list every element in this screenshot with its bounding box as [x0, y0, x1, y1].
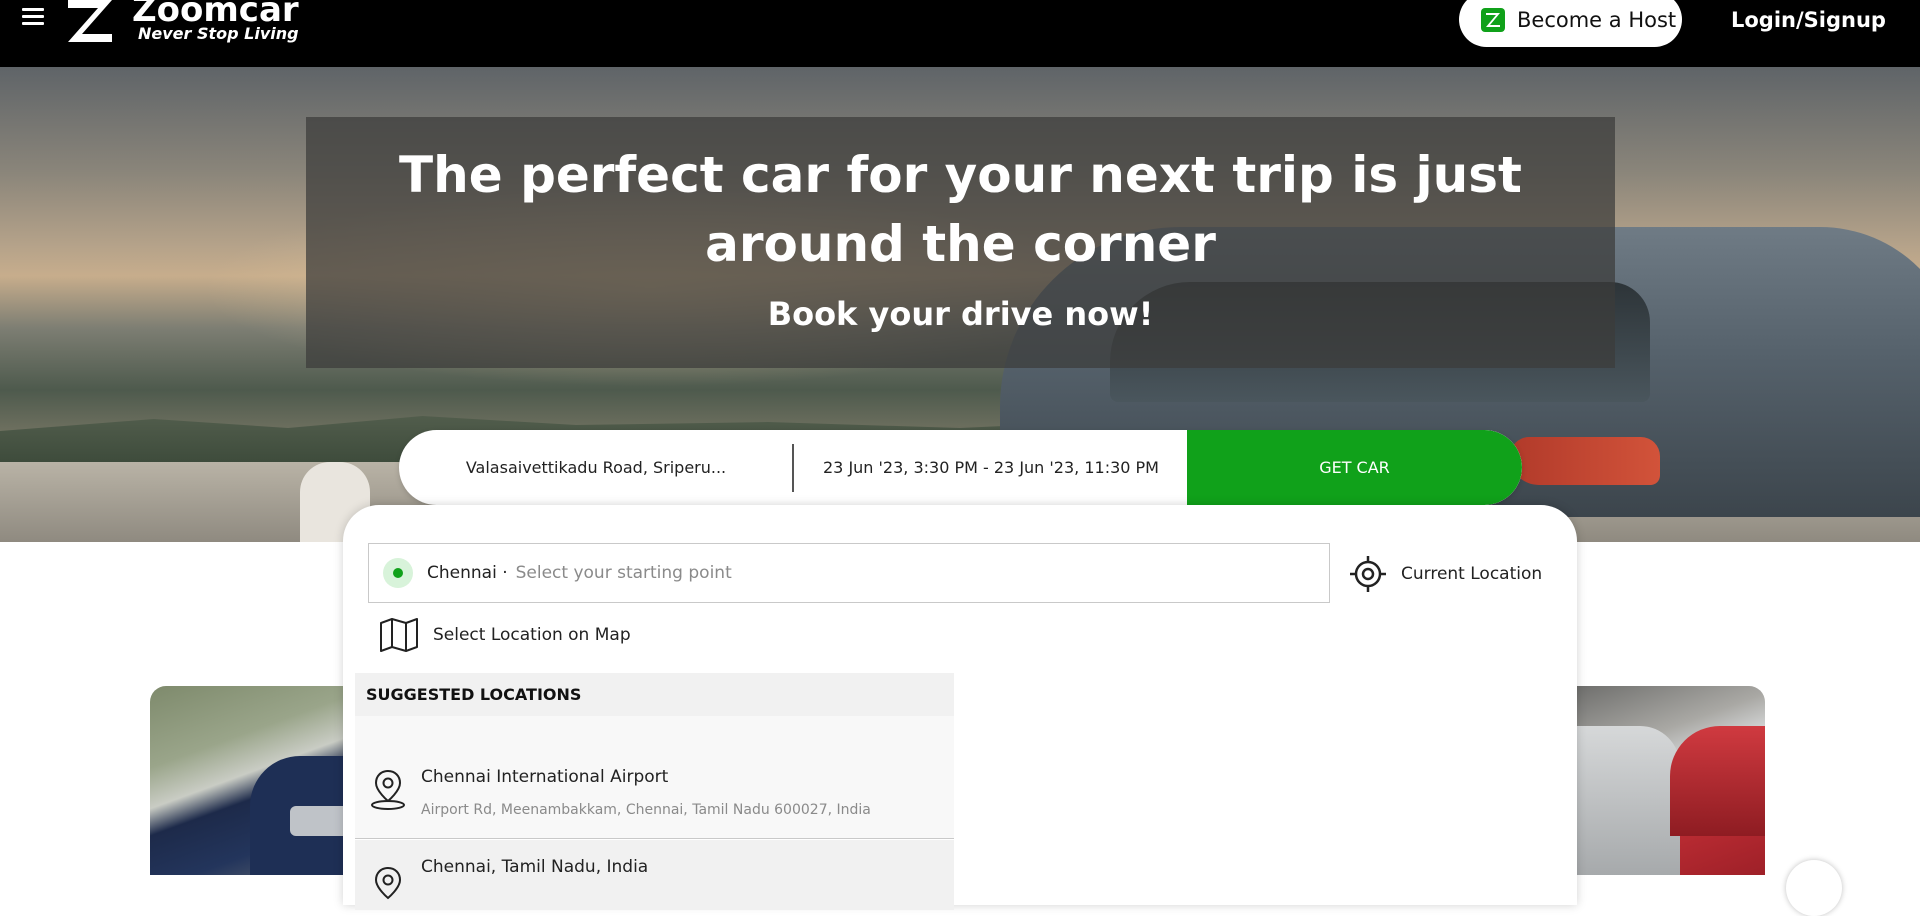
green-dot-icon: [383, 558, 413, 588]
login-signup-link[interactable]: Login/Signup: [1731, 8, 1886, 32]
suggestion-item[interactable]: Chennai International Airport Airport Rd…: [355, 716, 954, 839]
hero-headline-box: The perfect car for your next trip is ju…: [306, 117, 1615, 368]
map-pin-icon: [374, 866, 402, 900]
crosshair-icon: [1350, 556, 1386, 592]
car-card-right[interactable]: [1570, 686, 1765, 875]
starting-point-input[interactable]: [515, 563, 1216, 583]
hero-headline: The perfect car for your next trip is ju…: [399, 146, 1522, 273]
selected-city: Chennai ·: [427, 563, 508, 583]
suggestion-title: Chennai International Airport: [421, 767, 669, 787]
suggestion-item[interactable]: Chennai, Tamil Nadu, India: [355, 840, 954, 910]
search-location-value: Valasaivettikadu Road, Sriperu...: [465, 458, 727, 477]
starting-point-input-box[interactable]: Chennai ·: [368, 543, 1330, 603]
car-card-right-red-car: [1670, 726, 1765, 836]
become-host-button[interactable]: Become a Host: [1459, 0, 1682, 47]
select-on-map-label: Select Location on Map: [433, 625, 631, 645]
select-on-map-link[interactable]: Select Location on Map: [379, 615, 631, 655]
current-location-button[interactable]: Current Location: [1349, 553, 1542, 595]
zoomcar-z-icon: [1481, 7, 1505, 32]
location-picker-panel: Chennai · Current Location Select Locati…: [343, 505, 1577, 910]
search-date-range-field[interactable]: 23 Jun '23, 3:30 PM - 23 Jun '23, 11:30 …: [795, 430, 1187, 505]
search-divider: [792, 444, 794, 492]
get-car-button[interactable]: GET CAR: [1187, 430, 1522, 505]
booking-search-bar: Valasaivettikadu Road, Sriperu... 23 Jun…: [399, 430, 1522, 505]
search-date-range-value: 23 Jun '23, 3:30 PM - 23 Jun '23, 11:30 …: [823, 458, 1159, 477]
become-host-label: Become a Host: [1517, 7, 1677, 32]
folded-map-icon: [380, 618, 418, 652]
suggestion-title: Chennai, Tamil Nadu, India: [421, 857, 649, 877]
suggestion-address: Airport Rd, Meenambakkam, Chennai, Tamil…: [421, 802, 871, 818]
hero-car-taillight: [1510, 437, 1660, 485]
search-location-field[interactable]: Valasaivettikadu Road, Sriperu...: [399, 430, 793, 505]
zoomcar-logo-mark-icon: [68, 0, 112, 42]
hamburger-menu-icon[interactable]: [22, 8, 44, 26]
current-location-label: Current Location: [1401, 564, 1543, 584]
car-card-right-silver-car: [1570, 726, 1680, 875]
brand-tagline: Never Stop Living: [138, 24, 299, 43]
map-pin-icon: [371, 769, 405, 810]
top-nav-bar: Zoomcar Never Stop Living Become a Host …: [0, 0, 1920, 67]
suggested-locations-heading-text: SUGGESTED LOCATIONS: [366, 685, 582, 704]
carousel-next-button[interactable]: [1786, 860, 1842, 916]
suggested-locations-heading: SUGGESTED LOCATIONS: [355, 673, 954, 716]
hero-subheadline: Book your drive now!: [767, 295, 1154, 333]
